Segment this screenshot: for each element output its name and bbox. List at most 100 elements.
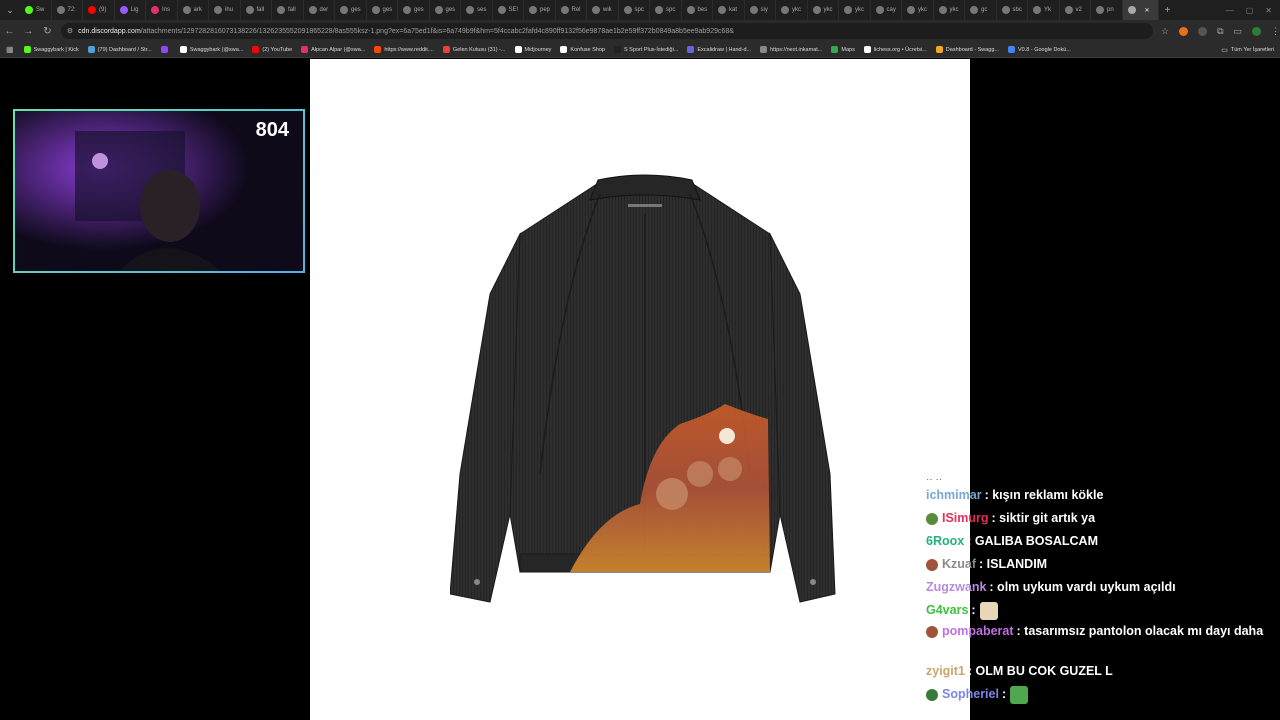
chat-username[interactable]: ichmimar	[926, 484, 982, 507]
puzzle-icon[interactable]: ⧉	[1217, 26, 1223, 37]
browser-tab[interactable]: wik	[587, 0, 619, 20]
browser-tab[interactable]: gc	[965, 0, 997, 20]
extension-icon[interactable]	[1179, 26, 1189, 36]
reload-icon[interactable]: ↻	[38, 26, 57, 37]
tab-label: v2	[1075, 7, 1082, 13]
bookmark-item[interactable]: Swaggybark (@swa...	[179, 46, 243, 53]
tab-favicon-icon	[686, 6, 695, 14]
browser-tab[interactable]: Sw	[20, 0, 52, 20]
chat-badge-icon	[926, 688, 938, 701]
browser-tab[interactable]: ges	[335, 0, 367, 20]
close-window-icon[interactable]: ✕	[1265, 6, 1272, 15]
apps-icon[interactable]: ▦	[6, 45, 14, 54]
star-icon[interactable]: ☆	[1161, 26, 1169, 37]
browser-tab[interactable]: SE!	[493, 0, 524, 20]
bookmark-item[interactable]: (79) Dashboard / Str...	[87, 46, 152, 53]
browser-tab[interactable]: ykc	[934, 0, 965, 20]
browser-tab[interactable]: bes	[682, 0, 713, 20]
browser-tab[interactable]: (9)	[83, 0, 115, 20]
url-field[interactable]: ⚙ cdn.discordapp.com/attachments/1297282…	[60, 23, 1153, 39]
browser-tab[interactable]: spc	[619, 0, 650, 20]
browser-tab[interactable]: pn	[1091, 0, 1123, 20]
tab-search-icon[interactable]: ⌄	[0, 0, 20, 20]
chat-username[interactable]: 6Roox	[926, 530, 964, 553]
maximize-icon[interactable]: ▢	[1246, 6, 1254, 15]
bookmark-item[interactable]: S Sport Plus-İstediği...	[613, 46, 678, 53]
bookmark-item[interactable]: Konfuse Shop	[560, 46, 605, 53]
chat-emote-icon	[979, 601, 998, 620]
browser-tab[interactable]: 72:	[52, 0, 83, 20]
tab-label: pep	[540, 7, 551, 13]
menu-icon[interactable]: ⋮	[1271, 26, 1280, 37]
tab-favicon-icon	[371, 6, 380, 14]
bookmark-item[interactable]: https://www.reddit....	[374, 46, 434, 53]
new-tab-button[interactable]: +	[1159, 5, 1177, 16]
browser-tab[interactable]: der	[304, 0, 335, 20]
bookmark-item[interactable]: https://next.inkamat...	[760, 46, 822, 53]
tab-label: spc	[634, 7, 644, 13]
browser-tab[interactable]: fall	[241, 0, 272, 20]
bookmark-item[interactable]: lichess.org • Ücretsi...	[863, 46, 927, 53]
browser-tab[interactable]: ark	[178, 0, 209, 20]
cast-icon[interactable]: ▭	[1234, 26, 1243, 37]
browser-tab[interactable]: ykc	[902, 0, 934, 20]
browser-tab[interactable]: ihu	[209, 0, 241, 20]
bookmark-item[interactable]: Excalidraw | Hand-d...	[687, 46, 751, 53]
tab-label: ihu	[225, 7, 234, 13]
browser-tab[interactable]: ykc	[839, 0, 871, 20]
tab-favicon-icon	[970, 6, 978, 14]
chat-username[interactable]: zyigit1	[926, 660, 965, 683]
tab-label: ark	[193, 7, 202, 13]
bookmarks-bar: ▦ Swaggybark | Kick (79) Dashboard / Str.…	[0, 42, 1280, 58]
chat-message: Zugzwank: olm uykum vardı uykum açıldı	[926, 576, 1276, 599]
browser-tab[interactable]: sbc	[997, 0, 1028, 20]
browser-tab[interactable]: ykc	[776, 0, 808, 20]
browser-tab[interactable]: kat	[713, 0, 745, 20]
all-bookmarks-button[interactable]: ▭ Tüm Yer İşaretleri	[1221, 46, 1280, 54]
tab-favicon-icon	[119, 6, 128, 14]
chat-username[interactable]: pompaberat	[942, 624, 1014, 638]
bookmark-item[interactable]: Maps	[831, 46, 855, 53]
browser-tab[interactable]: spc	[650, 0, 682, 20]
browser-tab[interactable]: pep	[524, 0, 556, 20]
back-icon[interactable]: ←	[0, 26, 19, 37]
chat-username[interactable]: ISimurg	[942, 507, 989, 530]
tab-list: Sw 72: (9) Lig Ins ark ihu fall fall der ges ges ges…	[20, 0, 1159, 20]
active-tab[interactable]: ✕	[1122, 0, 1159, 20]
browser-tab[interactable]: Lig	[115, 0, 146, 20]
bookmark-item[interactable]: V0.8 - Google Dokü...	[1008, 46, 1071, 53]
browser-tab[interactable]: v2	[1060, 0, 1091, 20]
browser-tab[interactable]: ses	[461, 0, 493, 20]
bookmark-item[interactable]	[160, 46, 171, 53]
forward-icon[interactable]: →	[19, 26, 38, 37]
browser-tab[interactable]: Yk	[1028, 0, 1060, 20]
bookmark-item[interactable]: Swaggybark | Kick	[23, 46, 79, 53]
browser-tab[interactable]: ges	[398, 0, 430, 20]
bookmark-item[interactable]: (2) YouTube	[252, 46, 292, 53]
browser-tab[interactable]: Rel	[556, 0, 587, 20]
bookmark-favicon-icon	[23, 46, 31, 53]
site-info-icon[interactable]: ⚙	[67, 27, 73, 35]
bookmark-item[interactable]: Midjourney	[514, 46, 551, 53]
bookmark-item[interactable]: Gelen Kutusu (31) -...	[442, 46, 506, 53]
bookmark-item[interactable]: Dashboard - Swagg...	[935, 46, 999, 53]
close-tab-icon[interactable]: ✕	[1145, 7, 1150, 14]
minimize-icon[interactable]: —	[1226, 6, 1234, 15]
chat-username[interactable]: Zugzwank	[926, 576, 986, 599]
profile-avatar[interactable]	[1252, 26, 1262, 36]
chat-username[interactable]: G4vars	[926, 599, 968, 622]
chat-username[interactable]: Sopheriel	[942, 683, 999, 706]
browser-tab[interactable]: ges	[367, 0, 398, 20]
browser-tab[interactable]: fall	[272, 0, 304, 20]
browser-tab[interactable]: ykc	[808, 0, 839, 20]
bookmark-item[interactable]: Alpcan Alpar (@swa...	[301, 46, 365, 53]
browser-tab[interactable]: ges	[430, 0, 461, 20]
browser-tab[interactable]: cay	[871, 0, 902, 20]
extension-icon[interactable]	[1198, 26, 1208, 36]
chat-username[interactable]: Kzuaf	[942, 553, 976, 576]
tab-favicon-icon	[308, 6, 317, 14]
browser-tab[interactable]: siy	[745, 0, 776, 20]
browser-tab[interactable]: Ins	[146, 0, 178, 20]
tab-favicon-icon	[1064, 6, 1073, 14]
tab-label: cay	[886, 7, 896, 13]
